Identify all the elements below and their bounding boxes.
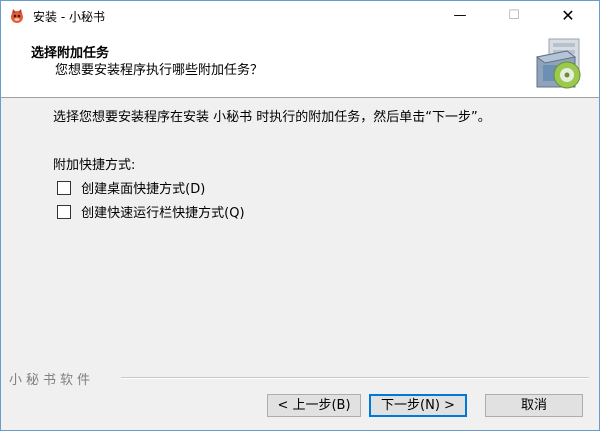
minimize-button[interactable]: —	[437, 1, 483, 31]
back-button[interactable]: < 上一步(B)	[267, 394, 361, 417]
desktop-shortcut-checkbox[interactable]	[57, 180, 71, 195]
title-bar[interactable]: 安装 - 小秘书 — ☐ ✕	[1, 1, 599, 31]
installer-window: 安装 - 小秘书 — ☐ ✕ 选择附加任务 您想要安装程序执行哪些附加任务？ 选…	[0, 0, 600, 431]
wizard-header: 选择附加任务 您想要安装程序执行哪些附加任务？	[1, 31, 599, 98]
cancel-button[interactable]: 取消	[485, 394, 583, 417]
window-title: 安装 - 小秘书	[33, 10, 105, 24]
next-button[interactable]: 下一步(N) >	[369, 394, 467, 417]
quicklaunch-shortcut-checkbox[interactable]	[57, 204, 71, 219]
close-button[interactable]: ✕	[545, 1, 591, 31]
quicklaunch-shortcut-option[interactable]: 创建快速运行栏快捷方式(Q)	[57, 202, 245, 221]
quicklaunch-shortcut-label[interactable]: 创建快速运行栏快捷方式(Q)	[81, 206, 244, 221]
installer-box-icon	[535, 38, 581, 89]
separator-rule	[121, 377, 589, 379]
instruction-text: 选择您想要安装程序在安装 小秘书 时执行的附加任务，然后单击“下一步”。	[53, 110, 491, 125]
app-icon	[11, 9, 23, 23]
brand-text: 小秘书软件	[9, 369, 101, 388]
wizard-content: 选择您想要安装程序在安装 小秘书 时执行的附加任务，然后单击“下一步”。 附加快…	[1, 98, 599, 368]
page-subtitle: 您想要安装程序执行哪些附加任务？	[55, 63, 264, 78]
maximize-button: ☐	[508, 8, 520, 23]
desktop-shortcut-label[interactable]: 创建桌面快捷方式(D)	[81, 182, 205, 197]
brand-separator: 小秘书软件	[1, 368, 599, 388]
desktop-shortcut-option[interactable]: 创建桌面快捷方式(D)	[57, 178, 205, 197]
shortcut-group-label: 附加快捷方式:	[53, 158, 136, 173]
